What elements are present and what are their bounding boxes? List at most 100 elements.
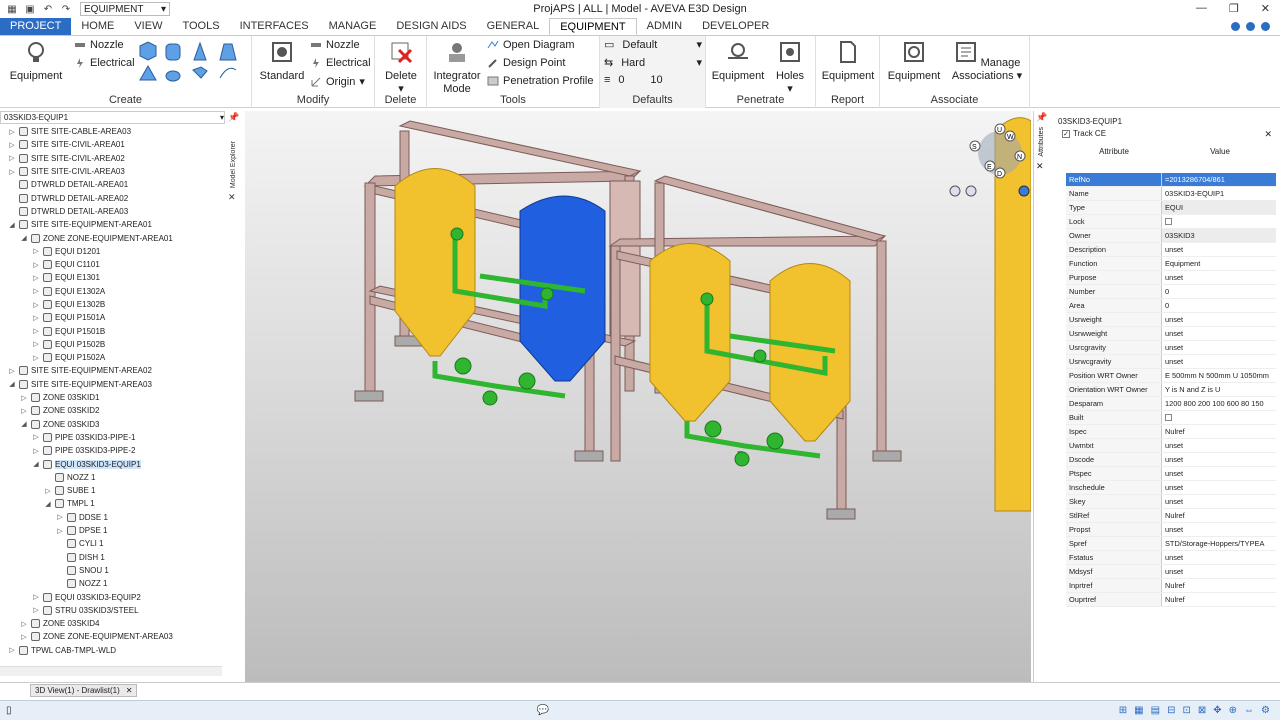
tree-row[interactable]: ▷ SITE SITE-EQUIPMENT-AREA02 (0, 364, 222, 377)
redo-icon[interactable]: ↷ (60, 4, 72, 15)
tree-row[interactable]: ▷ EQUI P1501A (0, 311, 222, 324)
expand-toggle-icon[interactable]: ▷ (44, 487, 52, 495)
help-icon[interactable] (1246, 22, 1255, 31)
expand-toggle-icon[interactable]: ▷ (8, 367, 16, 375)
search-icon[interactable] (1261, 22, 1270, 31)
associate-equipment-button[interactable]: Equipment (884, 40, 944, 83)
hard-select[interactable]: ⇆ Hard ▾ (604, 56, 702, 70)
attribute-value[interactable] (1162, 411, 1276, 424)
expand-toggle-icon[interactable]: ◢ (20, 234, 28, 242)
modify-origin-button[interactable]: Origin ▾ (310, 75, 365, 88)
move-icon[interactable]: ✥ (1213, 705, 1221, 716)
tree-row[interactable]: NOZZ 1 (0, 471, 222, 484)
close-icon[interactable]: ✕ (228, 192, 242, 203)
tree-row[interactable]: ▷ SUBE 1 (0, 484, 222, 497)
attribute-row[interactable]: Mdsysf unset (1066, 565, 1276, 579)
checkbox-icon[interactable] (1165, 414, 1172, 421)
tree-row[interactable]: ▷ SITE SITE-CABLE-AREA03 (0, 125, 222, 138)
tab-home[interactable]: HOME (71, 18, 124, 35)
attribute-value[interactable]: Nulref (1162, 509, 1276, 522)
attribute-row[interactable]: Orientation WRT Owner Y is N and Z is U (1066, 383, 1276, 397)
tree-row[interactable]: ▷ ZONE 03SKID4 (0, 617, 222, 630)
tab-general[interactable]: GENERAL (477, 18, 550, 35)
expand-toggle-icon[interactable]: ▷ (32, 261, 40, 269)
vessel-yellow-right[interactable] (769, 263, 851, 442)
tree-row[interactable]: ◢ EQUI 03SKID3-EQUIP1 (0, 457, 222, 470)
expand-toggle-icon[interactable]: ◢ (32, 460, 40, 468)
3d-model-scene[interactable]: U N S E D W (245, 111, 1032, 682)
tree-row[interactable]: ◢ ZONE 03SKID3 (0, 418, 222, 431)
expand-toggle-icon[interactable]: ▷ (8, 168, 16, 176)
tree-row[interactable]: ▷ DDSE 1 (0, 511, 222, 524)
attributes-side-label[interactable]: Attributes (1038, 127, 1045, 157)
tree-row[interactable]: ▷ EQUI E1302A (0, 285, 222, 298)
pin-icon[interactable]: 📌 (1036, 112, 1050, 123)
tree-row[interactable]: SNOU 1 (0, 564, 222, 577)
attribute-value[interactable]: unset (1162, 495, 1276, 508)
attribute-value[interactable]: unset (1162, 481, 1276, 494)
expand-toggle-icon[interactable]: ▷ (32, 314, 40, 322)
default-select[interactable]: ▭ Default ▾ (604, 38, 702, 52)
grid-icon[interactable]: ▦ (1134, 705, 1143, 716)
create-electrical-button[interactable]: Electrical (74, 57, 135, 69)
modify-standard-button[interactable]: Standard (258, 40, 306, 83)
attribute-row[interactable]: Lock (1066, 215, 1276, 229)
attribute-row[interactable]: Owner 03SKID3 (1066, 229, 1276, 243)
tree-row[interactable]: ▷ ZONE 03SKID1 (0, 391, 222, 404)
tab-interfaces[interactable]: INTERFACES (230, 18, 319, 35)
tree-row[interactable]: ▷ DPSE 1 (0, 524, 222, 537)
message-icon[interactable]: 💬 (537, 705, 549, 716)
attribute-row[interactable]: Name 03SKID3-EQUIP1 (1066, 187, 1276, 201)
tree-row[interactable]: ▷ EQUI D1201 (0, 245, 222, 258)
attribute-value[interactable]: 0 (1162, 285, 1276, 298)
attribute-value[interactable]: 0 (1162, 299, 1276, 312)
attribute-value[interactable]: E 500mm N 500mm U 1050mm (1162, 369, 1276, 382)
rotate-left-icon[interactable] (949, 185, 961, 197)
expand-toggle-icon[interactable]: ▷ (32, 287, 40, 295)
expand-toggle-icon[interactable]: ▷ (56, 527, 64, 535)
attribute-value[interactable]: unset (1162, 355, 1276, 368)
pin-icon[interactable]: 📌 (228, 112, 242, 123)
attribute-value[interactable]: unset (1162, 453, 1276, 466)
expand-toggle-icon[interactable]: ▷ (32, 327, 40, 335)
attribute-row[interactable]: Ispec Nulref (1066, 425, 1276, 439)
tab-design-aids[interactable]: DESIGN AIDS (386, 18, 476, 35)
close-icon[interactable]: ✕ (1264, 129, 1272, 140)
attribute-value[interactable]: STD/Storage-Hoppers/TYPEA (1162, 537, 1276, 550)
attribute-value[interactable]: unset (1162, 551, 1276, 564)
attribute-value[interactable]: unset (1162, 341, 1276, 354)
attribute-row[interactable]: Desparam 1200 800 200 100 600 80 150 (1066, 397, 1276, 411)
tree-row[interactable]: ▷ SITE SITE-CIVIL-AREA03 (0, 165, 222, 178)
filter-icon[interactable]: ⊟ (1167, 705, 1175, 716)
attribute-value[interactable]: unset (1162, 565, 1276, 578)
penetrate-equipment-button[interactable]: Equipment (708, 40, 768, 83)
tree-row[interactable]: ▷ EQUI C1101 (0, 258, 222, 271)
attribute-value[interactable]: unset (1162, 467, 1276, 480)
expand-toggle-icon[interactable]: ▷ (20, 407, 28, 415)
default-value-2[interactable]: 10 (650, 74, 702, 86)
attribute-row[interactable]: Type EQUI (1066, 201, 1276, 215)
expand-toggle-icon[interactable]: ▷ (8, 154, 16, 162)
tree-row[interactable]: DTWRLD DETAIL-AREA02 (0, 191, 222, 204)
tree-row[interactable]: ◢ TMPL 1 (0, 497, 222, 510)
attribute-row[interactable]: Usrcgravity unset (1066, 341, 1276, 355)
tree-row[interactable]: ▷ ZONE 03SKID2 (0, 404, 222, 417)
holes-button[interactable]: Holes ▾ (766, 40, 814, 96)
expand-toggle-icon[interactable]: ▷ (32, 274, 40, 282)
zoom-icon[interactable]: ⊕ (1229, 705, 1237, 716)
vessel-yellow-middle[interactable] (649, 243, 731, 422)
measure-icon[interactable]: ⊠ (1198, 705, 1206, 716)
save-icon[interactable]: ▣ (24, 4, 36, 15)
attribute-row[interactable]: Inschedule unset (1066, 481, 1276, 495)
info-icon[interactable] (1231, 22, 1240, 31)
attribute-value[interactable]: unset (1162, 313, 1276, 326)
attribute-row[interactable]: Purpose unset (1066, 271, 1276, 285)
close-icon[interactable]: ✕ (1036, 161, 1050, 172)
create-nozzle-button[interactable]: Nozzle (74, 39, 124, 51)
attribute-value[interactable]: Nulref (1162, 425, 1276, 438)
tree-row[interactable]: ▷ PIPE 03SKID3-PIPE-1 (0, 431, 222, 444)
model-explorer-side-label[interactable]: Model Explorer (230, 141, 237, 188)
default-value-1[interactable]: 0 (610, 74, 650, 86)
tree-row[interactable]: ▷ EQUI P1502B (0, 338, 222, 351)
attribute-value[interactable]: EQUI (1162, 201, 1276, 214)
